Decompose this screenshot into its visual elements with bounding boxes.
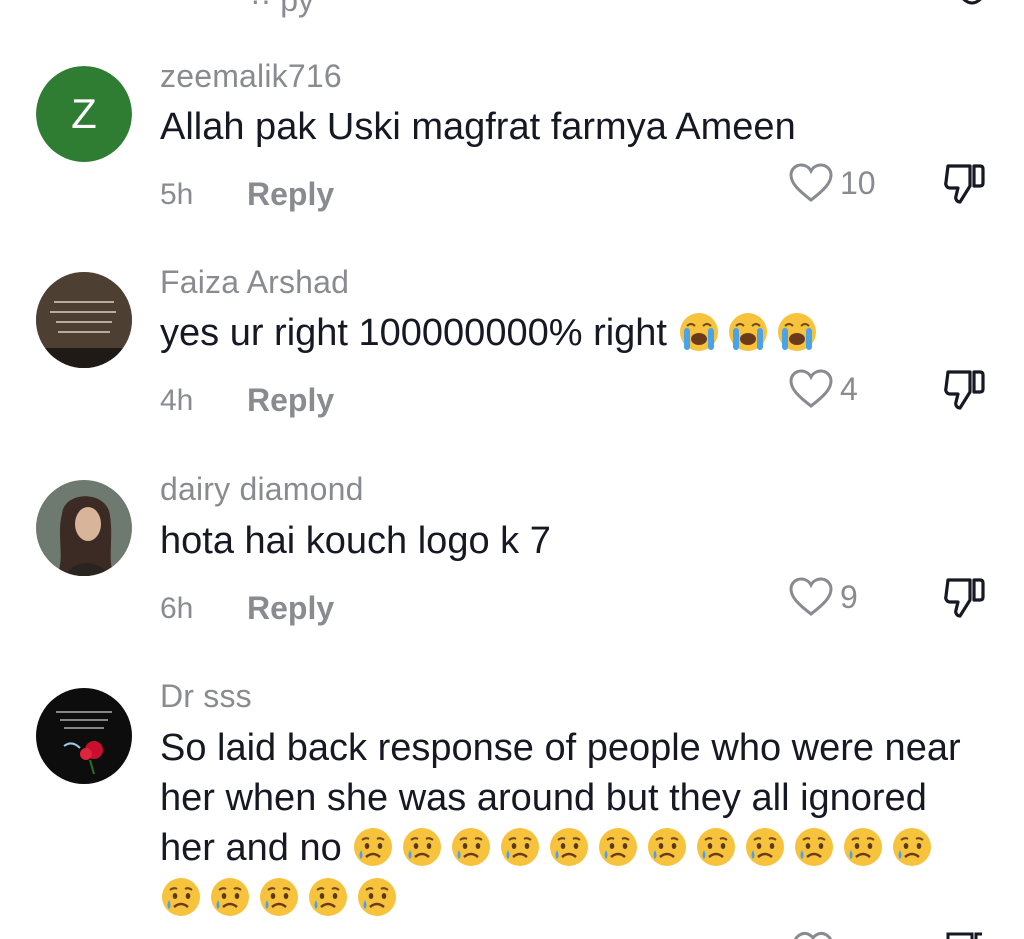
thumbs-down-outline-icon [944,578,985,618]
reply-button[interactable]: Reply [247,590,334,627]
comment-timestamp: 6h [160,592,194,625]
crying-face-icon [550,828,589,866]
avatar[interactable] [36,688,132,784]
avatar-image-icon [36,688,132,784]
avatar-letter-icon: Z [36,66,132,162]
avatar[interactable]: Z [36,66,132,162]
avatar-image-icon [36,272,132,368]
crying-face-icon [211,878,249,916]
loudly-crying-face-icon [728,313,767,351]
emoji-group [678,312,825,354]
next-like-fragment-icon [794,932,832,939]
comment-text-content: yes ur right 100000000% right [160,312,667,354]
crying-face-icon [354,828,393,866]
comment-timestamp: 5h [160,178,194,211]
next-dislike-fragment-icon [946,932,982,939]
heart-outline-icon [789,163,833,202]
crying-face-icon [309,878,347,916]
crying-face-icon [260,878,298,916]
dislike-button[interactable] [940,366,988,414]
crying-face-icon [452,828,491,866]
crying-face-icon [403,828,442,866]
previous-dislike-fragment-icon [962,0,982,5]
like-count: 9 [840,578,858,615]
dislike-button[interactable] [940,160,988,208]
comment-username[interactable]: zeemalik716 [160,58,342,95]
crying-face-icon [599,828,638,866]
comment-username[interactable]: Dr sss [160,678,252,715]
reply-button[interactable]: Reply [247,382,334,419]
dislike-button[interactable] [940,574,988,622]
loudly-crying-face-icon [777,313,816,351]
crying-face-icon [844,828,883,866]
heart-outline-icon [789,369,833,408]
avatar-image-icon [36,480,132,576]
avatar[interactable] [36,272,132,368]
crying-face-icon [358,878,396,916]
like-count: 10 [840,164,876,201]
comment-text: So laid back response of people who were… [160,723,980,923]
comment-username[interactable]: Faiza Arshad [160,264,349,301]
crying-face-icon [501,828,540,866]
thumbs-down-outline-icon [944,164,985,204]
comment-text: yes ur right 100000000% right [160,308,980,358]
crying-face-icon [746,828,785,866]
heart-outline-icon [789,577,833,616]
comments-panel: ·· py Z zeemalik716 Allah pak Uski magfr… [0,0,1024,939]
avatar[interactable] [36,480,132,576]
comment-text: hota hai kouch logo k 7 [160,520,551,562]
crying-face-icon [893,828,932,866]
loudly-crying-face-icon [679,313,718,351]
like-button[interactable]: 9 [788,576,858,618]
like-button[interactable]: 4 [788,368,858,410]
like-count: 4 [840,370,858,407]
thumbs-down-outline-icon [944,370,985,410]
crying-face-icon [162,878,200,916]
like-button[interactable]: 10 [788,162,876,204]
crying-face-icon [648,828,687,866]
comment-timestamp: 4h [160,384,194,417]
previous-comment-fragment: ·· py [250,0,314,18]
crying-face-icon [697,828,736,866]
comment-username[interactable]: dairy diamond [160,471,364,508]
svg-text:Z: Z [71,90,97,137]
crying-face-icon [795,828,834,866]
comment-text: Allah pak Uski magfrat farmya Ameen [160,106,796,148]
reply-button[interactable]: Reply [247,176,334,213]
